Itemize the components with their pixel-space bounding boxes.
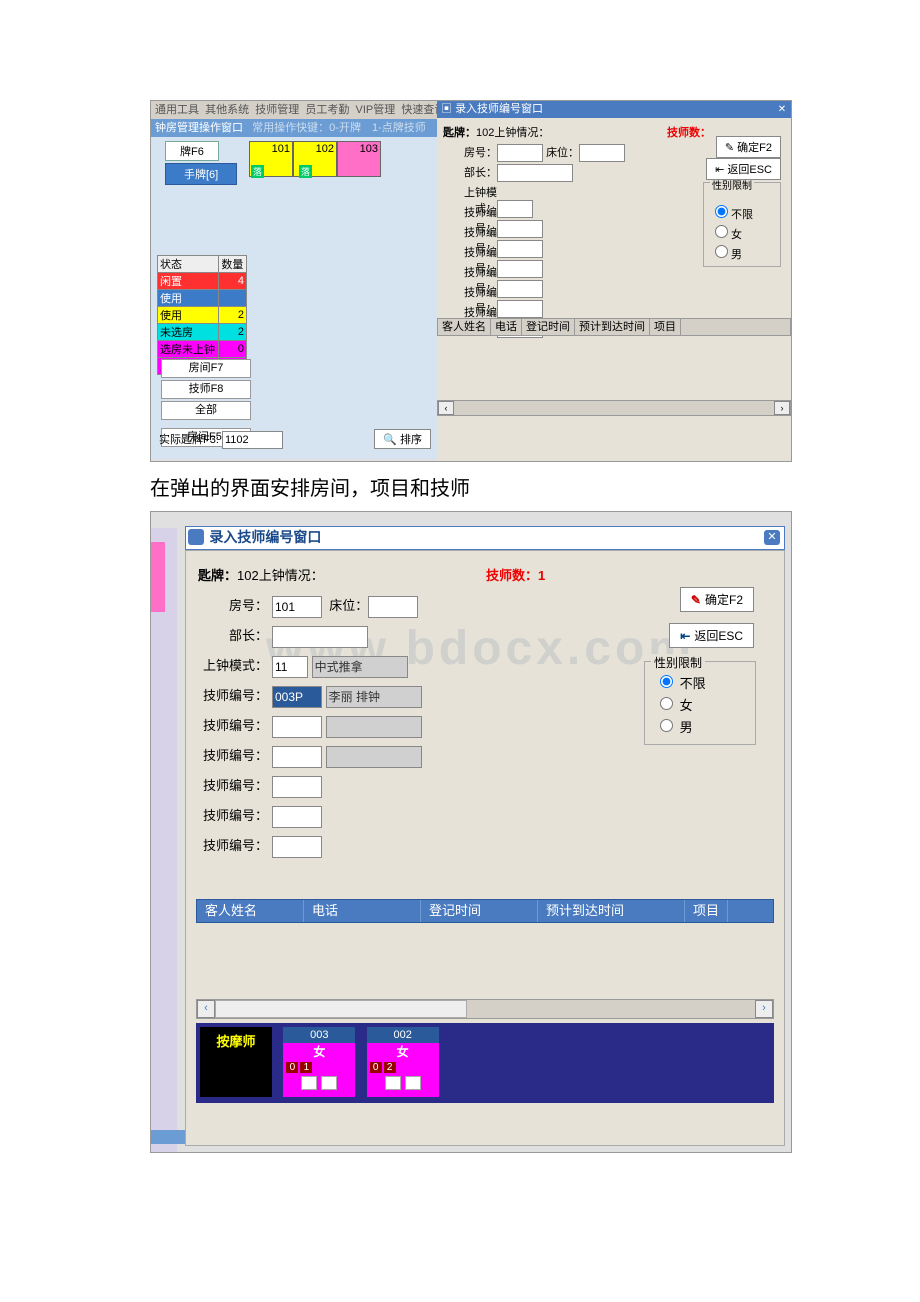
room-input[interactable] <box>497 144 543 162</box>
manager-input[interactable] <box>272 626 368 648</box>
dialog-title: 录入技师编号窗口 ✕ <box>185 526 785 550</box>
tech-input-1[interactable] <box>272 686 322 708</box>
left-panel: 钟房管理操作窗口 常用操作快键：0-开牌 1-点牌技师 牌F6 手牌[6] 10… <box>151 119 437 459</box>
card-button[interactable]: 牌F6 <box>165 141 219 161</box>
close-icon[interactable]: ✕ <box>764 530 780 545</box>
all-button[interactable]: 全部 <box>161 401 251 420</box>
actual-key-input[interactable] <box>222 431 283 449</box>
tech-count-label: 技师数：1 <box>486 565 545 584</box>
hscrollbar[interactable]: ‹› <box>437 400 791 416</box>
sort-button[interactable]: 🔍 排序 <box>374 429 431 449</box>
room-f7-button[interactable]: 房间F7 <box>161 359 251 378</box>
tech-f8-button[interactable]: 技师F8 <box>161 380 251 399</box>
tech-entry-title: ▣ 录入技师编号窗口 <box>437 101 791 118</box>
masseur-label: 按摩师 <box>200 1027 272 1097</box>
masseur-bar: 按摩师 003 女 01 002 女 02 <box>196 1023 774 1103</box>
esc-button[interactable]: ⇤ 返回ESC <box>706 158 781 180</box>
dialog-body: www.bdocx.com 匙牌：102上钟情况： 技师数：1 房号： 床位： … <box>185 550 785 1146</box>
tech-entry-panel: ▣ 录入技师编号窗口 ✕ 匙牌：102上钟情况： 技师数： 房号： 床位： 部长… <box>437 101 791 461</box>
scroll-right-icon[interactable]: › <box>755 1000 773 1018</box>
bed-input[interactable] <box>579 144 625 162</box>
guest-table-header: 客人姓名电话登记时间预计到达时间项目 <box>196 899 774 923</box>
gender-limit-box: 性别限制 不限 女 男 <box>703 182 781 267</box>
room-tag-icon: 落 <box>299 165 312 178</box>
mode-name <box>312 656 408 678</box>
blue-tab[interactable] <box>151 1130 187 1144</box>
status-table: 状态数量 闲置4 使用 使用2 未选房2 选房未上钟0 上钟中0 <box>157 255 247 375</box>
hand-card-button[interactable]: 手牌[6] <box>165 163 237 185</box>
pink-tab[interactable] <box>151 542 165 612</box>
hscrollbar[interactable]: ‹ › <box>196 999 774 1019</box>
footer-key-input: 实际匙牌F3: <box>159 431 283 449</box>
masseur-card-002[interactable]: 002 女 02 <box>367 1027 439 1097</box>
gender-male-radio[interactable] <box>715 245 728 258</box>
screenshot-2: 录入技师编号窗口 ✕ www.bdocx.com 匙牌：102上钟情况： 技师数… <box>150 511 792 1153</box>
tech-input-4[interactable] <box>272 776 322 798</box>
scroll-thumb[interactable] <box>215 1000 467 1018</box>
caption-text: 在弹出的界面安排房间，项目和技师 <box>150 472 920 501</box>
room-tag-icon: 落 <box>251 165 264 178</box>
tech-input-3[interactable] <box>272 746 322 768</box>
guest-table-header: 客人姓名电话登记时间预计到达时间项目 <box>437 318 791 336</box>
tech-name-1 <box>326 686 422 708</box>
gender-unlimited-radio[interactable] <box>715 205 728 218</box>
screenshot-1: 通用工具 其他系统 技师管理 员工考勤 VIP管理 快速查询 窗口 帮 钟房管理… <box>150 100 792 462</box>
tech-input-5[interactable] <box>272 806 322 828</box>
room-input[interactable] <box>272 596 322 618</box>
tech-input-2[interactable] <box>272 716 322 738</box>
left-strip <box>151 528 177 1152</box>
manager-input[interactable] <box>497 164 573 182</box>
tech-count-label: 技师数： <box>667 124 711 140</box>
bed-input[interactable] <box>368 596 418 618</box>
scroll-left-icon[interactable]: ‹ <box>197 1000 215 1018</box>
gender-female-radio[interactable] <box>715 225 728 238</box>
masseur-card-003[interactable]: 003 女 01 <box>283 1027 355 1097</box>
room-103[interactable]: 103 <box>337 141 381 177</box>
ok-button[interactable]: ✎ 确定F2 <box>716 136 781 158</box>
left-panel-title: 钟房管理操作窗口 常用操作快键：0-开牌 1-点牌技师 <box>151 119 437 137</box>
app-icon <box>188 529 204 545</box>
mode-input[interactable] <box>272 656 308 678</box>
tech-input-6[interactable] <box>272 836 322 858</box>
room-grid: 101102103 <box>249 141 381 177</box>
close-icon[interactable]: ✕ <box>775 103 789 116</box>
